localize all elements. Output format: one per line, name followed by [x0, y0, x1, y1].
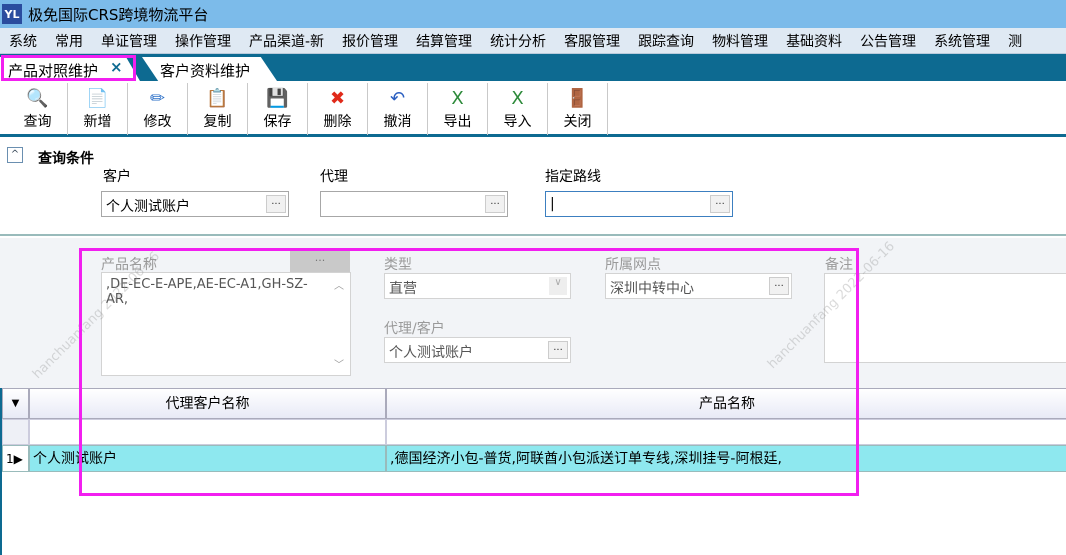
menu-item[interactable]: 产品渠道-新	[240, 31, 333, 51]
tab-strip: 产品对照维护 × 客户资料维护	[0, 54, 1066, 81]
scroll-up-icon[interactable]: ︿	[334, 277, 344, 292]
toolbar-button-6[interactable]: ↶ 撤消	[368, 83, 428, 135]
agent-customer-label: 代理/客户	[384, 321, 445, 337]
browse-button[interactable]: ...	[710, 195, 730, 213]
menu-item[interactable]: 单证管理	[92, 31, 166, 51]
chevron-down-icon[interactable]: ∨	[549, 277, 567, 295]
filter-products[interactable]	[386, 419, 1066, 445]
tab-customer-info[interactable]: 客户资料维护	[142, 57, 277, 81]
customer-label: 客户	[103, 169, 131, 185]
filter-agent[interactable]	[29, 419, 386, 445]
route-label: 指定路线	[545, 169, 601, 185]
column-header-agent[interactable]: 代理客户名称	[29, 388, 386, 419]
toolbar-button-2[interactable]: ✏ 修改	[128, 83, 188, 135]
row-indicator[interactable]: 1▶	[2, 445, 29, 472]
agent-customer-value: 个人测试账户	[389, 345, 473, 361]
toolbar-button-0[interactable]: 🔍 查询	[8, 83, 68, 135]
toolbar-icon: 📋	[206, 88, 229, 109]
menu-item[interactable]: 基础资料	[777, 31, 851, 51]
detail-form: 产品名称 ... ,DE-EC-E-APE,AE-EC-A1,GH-SZ-AR,…	[0, 238, 1066, 388]
app-title: 极免国际CRS跨境物流平台	[28, 5, 209, 24]
menu-bar: 系统 常用 单证管理 操作管理 产品渠道-新 报价管理 结算管理 统计分析 客服管理 跟踪查询 物料…	[0, 28, 1066, 54]
remark-label: 备注	[825, 257, 853, 273]
data-grid: ▼ 代理客户名称 产品名称 1▶ 个人测试账户 ,德国经济小包-普货,阿联酋小包…	[0, 388, 1066, 555]
toolbar-icon: X	[451, 88, 464, 109]
agent-label: 代理	[320, 169, 348, 185]
scroll-down-icon[interactable]: ﹀	[334, 356, 344, 371]
title-bar: YL 极免国际CRS跨境物流平台	[0, 0, 1066, 28]
toolbar-button-3[interactable]: 📋 复制	[188, 83, 248, 135]
query-title: 查询条件	[38, 151, 94, 167]
customer-value: 个人测试账户	[106, 199, 190, 215]
menu-item[interactable]: 跟踪查询	[629, 31, 703, 51]
toolbar-icon: X	[511, 88, 524, 109]
toolbar-button-5[interactable]: ✖ 删除	[308, 83, 368, 135]
menu-item[interactable]: 公告管理	[851, 31, 925, 51]
product-textarea[interactable]: ,DE-EC-E-APE,AE-EC-A1,GH-SZ-AR, ︿ ﹀	[101, 272, 351, 376]
toolbar-button-8[interactable]: X 导入	[488, 83, 548, 135]
menu-item[interactable]: 常用	[46, 31, 92, 51]
cell-products[interactable]: ,德国经济小包-普货,阿联酋小包派送订单专线,深圳挂号-阿根廷,	[386, 445, 1066, 472]
toolbar-icon: 🔍	[26, 88, 49, 109]
tab-label: 客户资料维护	[160, 62, 251, 80]
toolbar-icon: ✖	[329, 88, 346, 109]
tab-highlight	[1, 55, 136, 81]
menu-item[interactable]: 统计分析	[481, 31, 555, 51]
menu-item[interactable]: 系统	[0, 31, 46, 51]
cell-agent[interactable]: 个人测试账户	[29, 445, 386, 472]
toolbar-icon: ✏	[149, 88, 166, 109]
toolbar-label: 复制	[203, 114, 232, 130]
toolbar-label: 修改	[143, 114, 172, 130]
route-value: |	[550, 196, 555, 212]
toolbar-icon: ↶	[389, 88, 406, 109]
toolbar-icon: 📄	[86, 88, 109, 109]
toolbar-button-1[interactable]: 📄 新增	[68, 83, 128, 135]
outlet-field[interactable]: 深圳中转中心...	[605, 273, 792, 299]
browse-button[interactable]: ...	[548, 341, 568, 359]
toolbar-icon: 💾	[266, 88, 289, 109]
customer-field[interactable]: 个人测试账户...	[101, 191, 289, 217]
browse-button[interactable]: ...	[266, 195, 286, 213]
filter-row-header	[2, 419, 29, 445]
menu-item[interactable]: 报价管理	[333, 31, 407, 51]
menu-item[interactable]: 物料管理	[703, 31, 777, 51]
toolbar-button-9[interactable]: 🚪 关闭	[548, 83, 608, 135]
toolbar-button-4[interactable]: 💾 保存	[248, 83, 308, 135]
toolbar-label: 导出	[443, 114, 472, 130]
browse-button[interactable]: ...	[485, 195, 505, 213]
toolbar-label: 导入	[503, 114, 532, 130]
toolbar-button-7[interactable]: X 导出	[428, 83, 488, 135]
toolbar-label: 查询	[23, 114, 52, 130]
toolbar-label: 保存	[263, 114, 292, 130]
row-number: 1	[6, 452, 14, 466]
toolbar-label: 关闭	[563, 114, 592, 130]
outlet-value: 深圳中转中心	[610, 281, 694, 297]
type-label: 类型	[384, 257, 412, 273]
toolbar-icon: 🚪	[566, 88, 589, 109]
product-browse-button[interactable]: ...	[290, 248, 350, 272]
browse-button[interactable]: ...	[769, 277, 789, 295]
toolbar-label: 新增	[83, 114, 112, 130]
menu-item[interactable]: 结算管理	[407, 31, 481, 51]
app-logo-icon: YL	[2, 4, 22, 24]
collapse-icon[interactable]: ^	[7, 147, 23, 163]
type-value: 直营	[389, 281, 417, 297]
column-header-products[interactable]: 产品名称	[386, 388, 1066, 419]
agent-customer-field[interactable]: 个人测试账户...	[384, 337, 571, 363]
menu-item[interactable]: 客服管理	[555, 31, 629, 51]
query-section: ^ 查询条件 客户 个人测试账户... 代理 ... 指定路线 |...	[0, 140, 1066, 236]
menu-item[interactable]: 测	[999, 31, 1031, 51]
toolbar: 🔍 查询 📄 新增 ✏ 修改 📋 复制 💾 保存 ✖ 删除 ↶ 撤消 X 导出 X 导入 🚪 关闭	[0, 81, 1066, 137]
menu-item[interactable]: 系统管理	[925, 31, 999, 51]
outlet-label: 所属网点	[605, 257, 661, 273]
route-field[interactable]: |...	[545, 191, 733, 217]
toolbar-label: 撤消	[383, 114, 412, 130]
type-select[interactable]: 直营 ∨	[384, 273, 571, 299]
grid-menu-icon[interactable]: ▼	[2, 388, 29, 419]
agent-field[interactable]: ...	[320, 191, 508, 217]
toolbar-label: 删除	[323, 114, 352, 130]
menu-item[interactable]: 操作管理	[166, 31, 240, 51]
